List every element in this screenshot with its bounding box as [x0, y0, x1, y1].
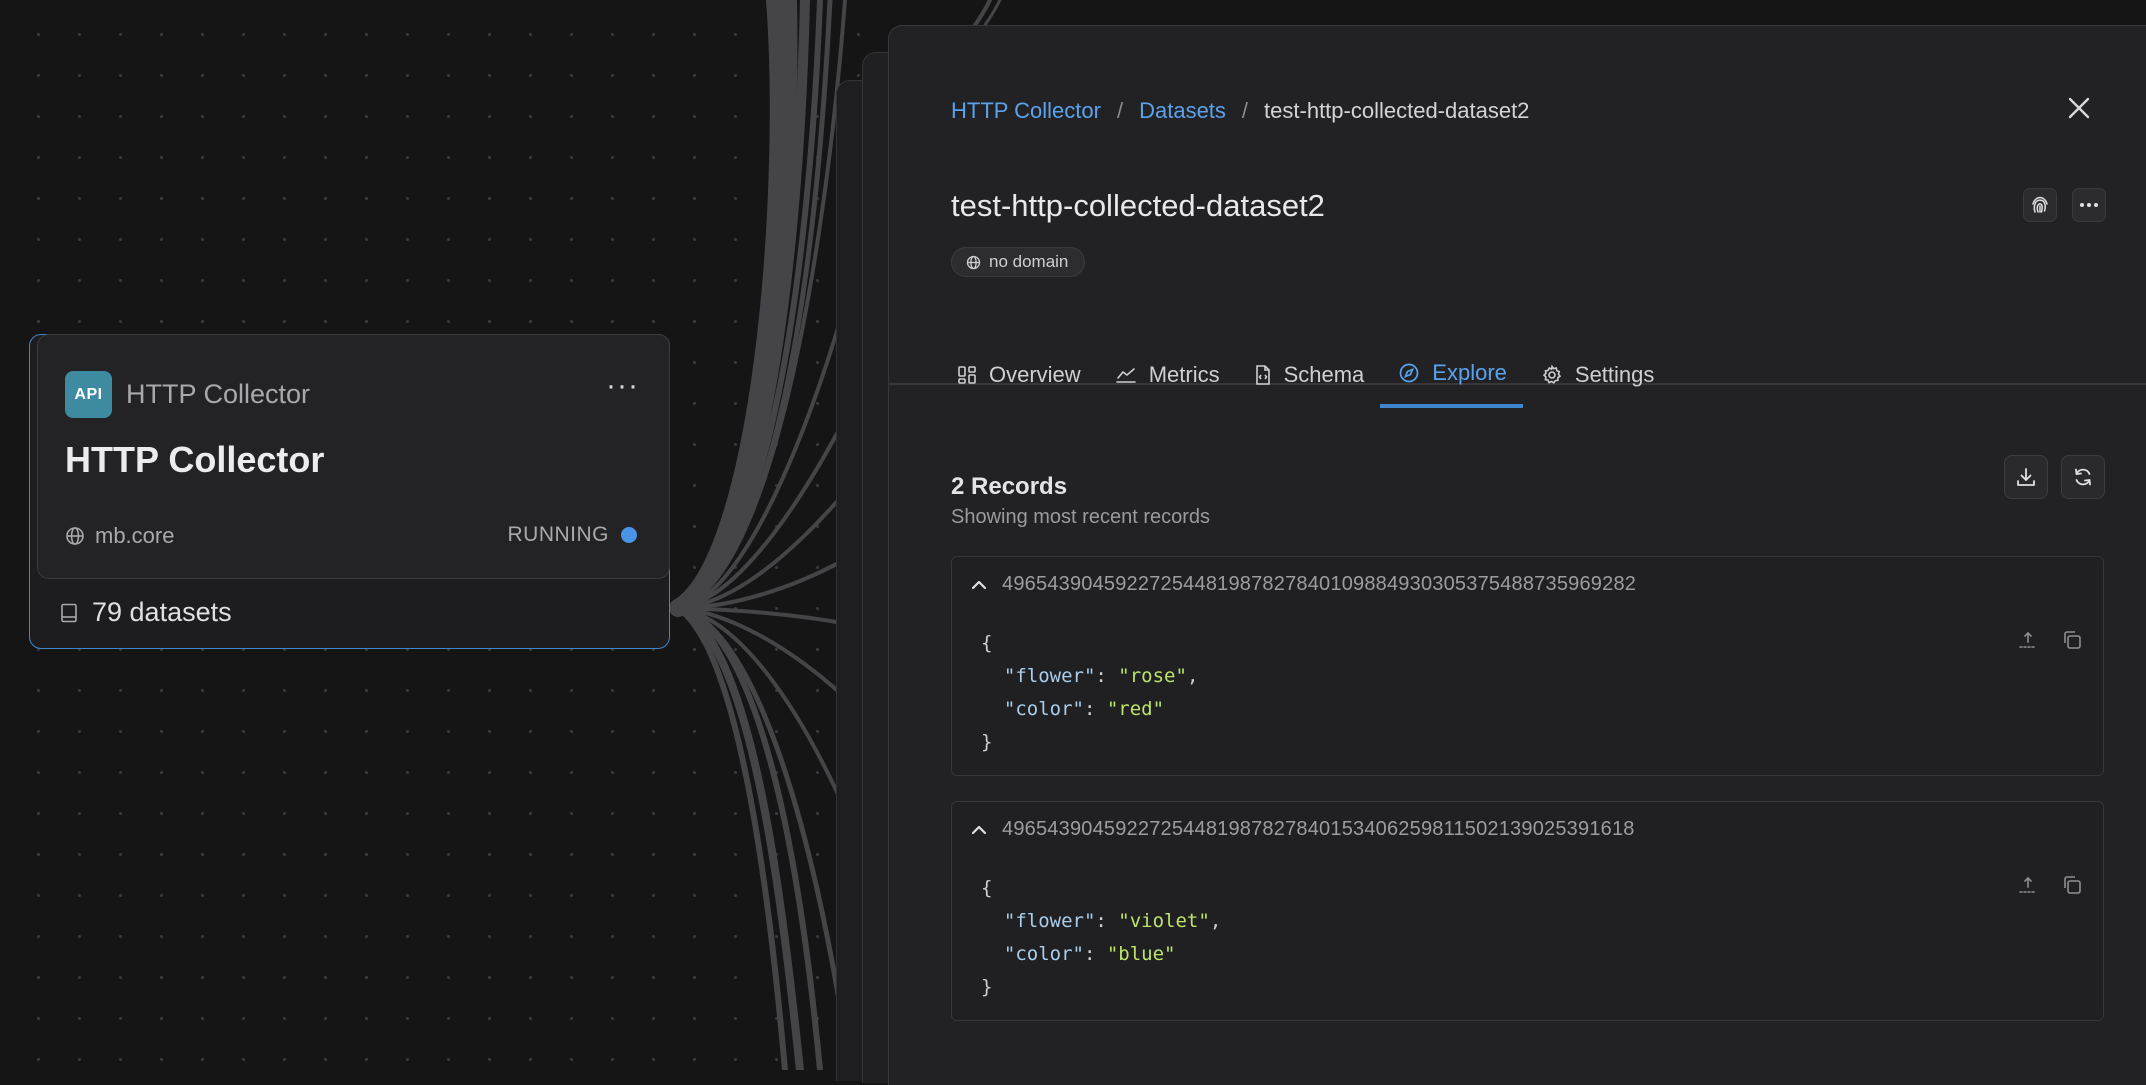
- tab-label: Explore: [1432, 359, 1507, 385]
- book-icon: [61, 603, 77, 622]
- datasets-count[interactable]: 79 datasets: [60, 597, 232, 628]
- json-value-color: "blue": [1106, 943, 1176, 965]
- domain-pill[interactable]: no domain: [951, 247, 1086, 277]
- api-badge: API: [65, 371, 112, 418]
- refresh-icon: [2075, 468, 2091, 486]
- status-dot: [621, 527, 637, 543]
- records-subtitle: Showing most recent records: [951, 506, 1211, 528]
- copy-icon[interactable]: [2061, 629, 2083, 651]
- schema-icon: [1255, 364, 1270, 385]
- page-title: test-http-collected-dataset2: [951, 188, 1325, 223]
- breadcrumb-collector[interactable]: HTTP Collector: [951, 98, 1101, 124]
- tab-bar: Overview Metrics Schema Explore Settings: [951, 341, 1670, 411]
- explore-icon: [1399, 363, 1419, 382]
- download-button[interactable]: [2004, 455, 2048, 499]
- records-count: 2 Records: [951, 473, 1068, 500]
- globe-icon: [966, 255, 981, 269]
- fingerprint-button[interactable]: [2023, 188, 2057, 222]
- gear-icon: [1542, 364, 1562, 384]
- record-tools: [2017, 629, 2083, 651]
- metrics-icon: [1115, 367, 1136, 383]
- tab-label: Settings: [1574, 361, 1655, 387]
- overview-icon: [958, 365, 976, 384]
- record-id: 4965439045922725448198782784010988493030…: [1002, 573, 1637, 595]
- tab-label: Schema: [1283, 361, 1365, 387]
- tab-overview[interactable]: Overview: [951, 341, 1097, 408]
- json-value-color: "red": [1106, 698, 1165, 720]
- tab-settings[interactable]: Settings: [1523, 341, 1671, 408]
- share-icon[interactable]: [2017, 629, 2039, 651]
- breadcrumb-separator: /: [1116, 98, 1124, 123]
- node-domain-label: mb.core: [95, 523, 175, 548]
- chevron-up-icon[interactable]: [970, 824, 988, 836]
- node-kind: HTTP Collector: [126, 379, 311, 409]
- datasets-label: 79 datasets: [92, 597, 232, 627]
- globe-icon: [66, 527, 84, 545]
- record-tools: [2017, 874, 2083, 896]
- download-icon: [2017, 468, 2035, 486]
- record-json: { "flower": "rose", "color": "red" }: [981, 632, 1199, 753]
- breadcrumb: HTTP Collector / Datasets / test-http-co…: [951, 98, 1529, 124]
- node-menu-button[interactable]: ···: [606, 369, 639, 403]
- record-header[interactable]: 4965439045922725448198782784015340625981…: [970, 818, 1635, 841]
- tab-label: Metrics: [1148, 361, 1220, 387]
- record-item: 4965439045922725448198782784010988493030…: [951, 556, 2104, 776]
- record-header[interactable]: 4965439045922725448198782784010988493030…: [970, 573, 1636, 596]
- domain-pill-label: no domain: [989, 252, 1069, 271]
- share-icon[interactable]: [2017, 874, 2039, 896]
- chevron-up-icon[interactable]: [970, 579, 988, 591]
- close-icon[interactable]: [2064, 93, 2094, 123]
- record-json: { "flower": "violet", "color": "blue" }: [981, 877, 1222, 998]
- record-item: 4965439045922725448198782784015340625981…: [951, 801, 2104, 1021]
- tab-explore[interactable]: Explore: [1380, 341, 1523, 408]
- collector-card[interactable]: API HTTP Collector ··· HTTP Collector mb…: [37, 334, 670, 579]
- json-value-flower: "violet": [1118, 910, 1210, 932]
- refresh-button[interactable]: [2061, 455, 2105, 499]
- tab-label: Overview: [989, 361, 1081, 387]
- status-badge: RUNNING: [507, 523, 637, 547]
- copy-icon[interactable]: [2061, 874, 2083, 896]
- more-options-button[interactable]: [2072, 188, 2106, 222]
- status-label: RUNNING: [507, 523, 609, 546]
- node-title: HTTP Collector: [65, 439, 325, 480]
- record-id: 4965439045922725448198782784015340625981…: [1002, 818, 1635, 840]
- breadcrumb-separator: /: [1241, 98, 1249, 123]
- tab-metrics[interactable]: Metrics: [1097, 341, 1236, 408]
- dataset-panel: HTTP Collector / Datasets / test-http-co…: [888, 25, 2146, 1085]
- collector-node[interactable]: API HTTP Collector ··· HTTP Collector mb…: [29, 334, 670, 649]
- node-domain: mb.core: [65, 523, 174, 549]
- tab-schema[interactable]: Schema: [1236, 341, 1381, 408]
- json-value-flower: "rose": [1118, 665, 1187, 687]
- breadcrumb-datasets[interactable]: Datasets: [1139, 98, 1226, 124]
- breadcrumb-current: test-http-collected-dataset2: [1264, 98, 1530, 123]
- more-icon: [2080, 203, 2098, 207]
- fingerprint-icon: [2032, 196, 2048, 213]
